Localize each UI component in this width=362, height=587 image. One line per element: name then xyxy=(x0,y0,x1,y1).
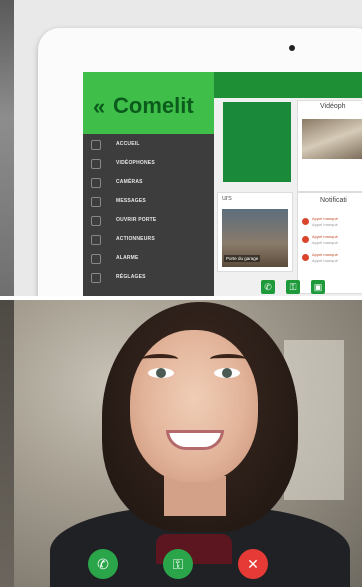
panel-title: Notificati xyxy=(320,197,347,204)
menu-item-videophones[interactable]: VIDÉOPHONES xyxy=(83,155,214,174)
video-call-view: ✆ ⚿ ✕ xyxy=(14,300,362,587)
person-eye xyxy=(214,368,240,378)
key-icon: ⚿ xyxy=(172,556,184,572)
sidebar: « Comelit ACCUEIL VIDÉOPHONES CAMÉRAS ME… xyxy=(83,72,214,296)
hangup-button[interactable]: ✕ xyxy=(238,549,268,579)
menu-item-cameras[interactable]: CAMÉRAS xyxy=(83,174,214,193)
notification-sub: Appel manqué xyxy=(312,222,338,227)
answer-button[interactable]: ✆ xyxy=(88,549,118,579)
notification-item[interactable]: Appel manqué Appel manqué xyxy=(302,251,362,265)
message-mini-button[interactable]: ▣ xyxy=(311,280,325,294)
alarm-icon xyxy=(91,254,101,264)
person-brow xyxy=(210,354,246,364)
notification-title: Appel manqué xyxy=(312,234,338,239)
settings-icon xyxy=(91,273,101,283)
tablet-camera xyxy=(289,45,295,51)
menu-item-actionneurs[interactable]: ACTIONNEURS xyxy=(83,231,214,250)
menu-label: ACCUEIL xyxy=(116,141,140,147)
tablet-scene: « Comelit ACCUEIL VIDÉOPHONES CAMÉRAS ME… xyxy=(0,0,362,296)
person-neck xyxy=(164,476,226,516)
missed-call-icon xyxy=(302,254,309,261)
person-brow xyxy=(142,354,178,364)
door-mini-button[interactable]: ⚿ xyxy=(286,280,300,294)
missed-call-icon xyxy=(302,236,309,243)
answer-mini-button[interactable]: ✆ xyxy=(261,280,275,294)
left-edge-photo xyxy=(0,300,14,587)
message-icon: ▣ xyxy=(313,282,323,292)
menu-label: RÉGLAGES xyxy=(116,274,146,280)
key-icon: ⚿ xyxy=(289,282,297,292)
camera-icon xyxy=(91,178,101,188)
menu-label: VIDÉOPHONES xyxy=(116,160,155,166)
comelit-logo-mark: « xyxy=(93,94,105,119)
open-door-button[interactable]: ⚿ xyxy=(163,549,193,579)
menu-item-ouvrir-porte[interactable]: OUVRIR PORTE xyxy=(83,212,214,231)
menu-item-alarme[interactable]: ALARME xyxy=(83,250,214,269)
top-bar xyxy=(213,72,362,98)
videophone-panel[interactable]: Vidéoph xyxy=(297,100,362,192)
door-icon xyxy=(91,216,101,226)
notification-title: Appel manqué xyxy=(312,216,338,221)
left-edge-photo xyxy=(0,0,14,296)
comelit-logo: Comelit xyxy=(113,93,194,118)
notification-item[interactable]: Appel manqué Appel manqué xyxy=(302,233,362,247)
notification-sub: Appel manqué xyxy=(312,240,338,245)
videophone-icon xyxy=(91,159,101,169)
notifications-panel[interactable]: Notificati Appel manqué Appel manqué App… xyxy=(297,192,362,294)
person-eye xyxy=(148,368,174,378)
logo-bar: « Comelit xyxy=(83,72,214,134)
menu-item-reglages[interactable]: RÉGLAGES xyxy=(83,269,214,288)
camera-label: Porte du garage xyxy=(224,255,261,262)
videophone-thumbnail[interactable] xyxy=(302,119,362,159)
notification-item[interactable]: Appel manqué Appel manqué xyxy=(302,215,362,229)
panel-title: urs xyxy=(222,195,232,202)
menu-item-accueil[interactable]: ACCUEIL xyxy=(83,136,214,155)
phone-icon: ✆ xyxy=(97,556,109,572)
menu-label: ALARME xyxy=(116,255,139,261)
notification-sub: Appel manqué xyxy=(312,258,338,263)
menu-label: OUVRIR PORTE xyxy=(116,217,157,223)
person-face xyxy=(130,330,258,482)
close-icon: ✕ xyxy=(247,556,259,572)
actuator-icon xyxy=(91,235,101,245)
menu-label: ACTIONNEURS xyxy=(116,236,155,242)
app-screen: « Comelit ACCUEIL VIDÉOPHONES CAMÉRAS ME… xyxy=(83,72,362,296)
menu-label: CAMÉRAS xyxy=(116,179,143,185)
home-icon xyxy=(91,140,101,150)
camera-panel[interactable]: urs Porte du garage xyxy=(217,192,293,272)
phone-icon: ✆ xyxy=(264,282,272,292)
message-icon xyxy=(91,197,101,207)
panel-title: Vidéoph xyxy=(320,103,346,110)
home-tile[interactable] xyxy=(223,102,291,182)
notification-title: Appel manqué xyxy=(312,252,338,257)
menu-label: MESSAGES xyxy=(116,198,146,204)
missed-call-icon xyxy=(302,218,309,225)
menu-item-messages[interactable]: MESSAGES xyxy=(83,193,214,212)
